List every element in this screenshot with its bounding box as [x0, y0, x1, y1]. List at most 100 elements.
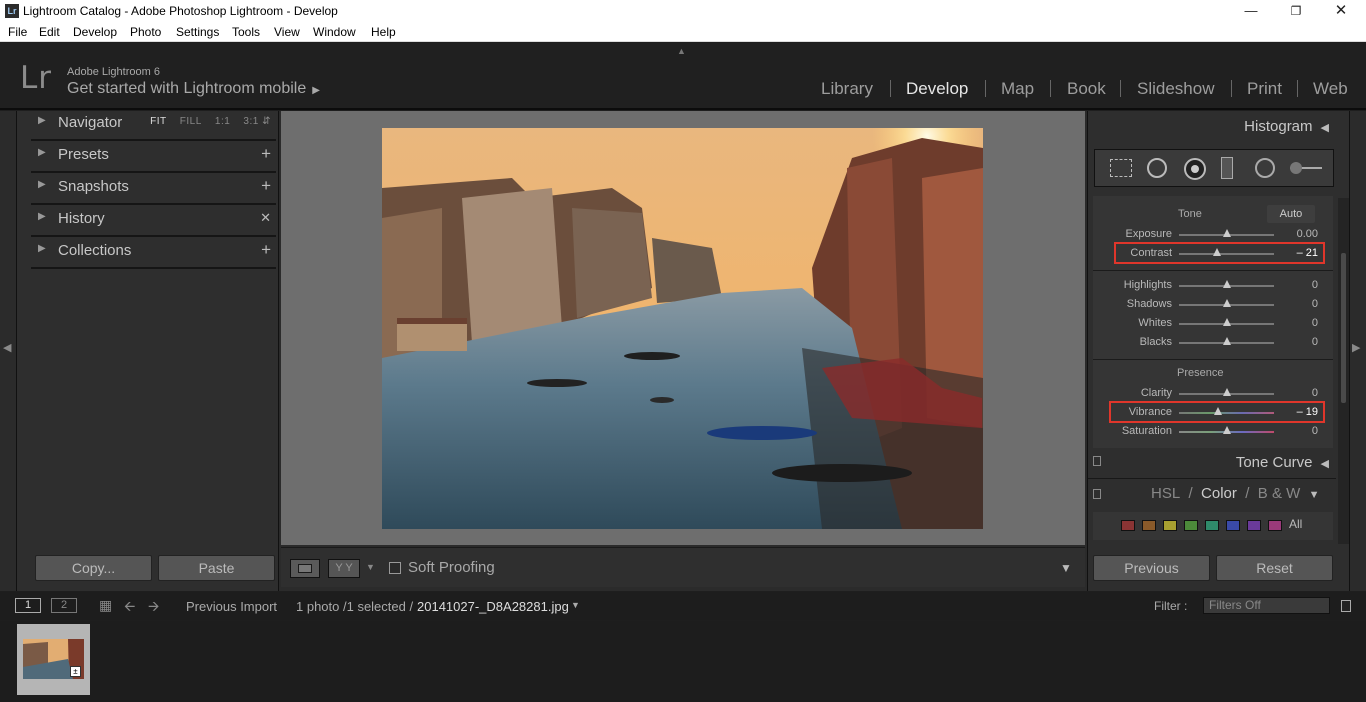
- zoom-fill[interactable]: FILL: [180, 116, 202, 127]
- module-develop[interactable]: Develop: [906, 79, 968, 99]
- menu-settings[interactable]: Settings: [176, 25, 219, 39]
- before-after-dropdown-icon[interactable]: ▼: [366, 562, 375, 572]
- back-arrow-icon[interactable]: 🡨: [124, 596, 135, 620]
- auto-tone-button[interactable]: Auto: [1267, 205, 1315, 223]
- contrast-slider-knob[interactable]: [1213, 248, 1221, 256]
- right-panel-scrollbar[interactable]: [1338, 198, 1349, 544]
- menu-tools[interactable]: Tools: [232, 25, 260, 39]
- orange-swatch[interactable]: [1142, 520, 1156, 531]
- clarity-value[interactable]: 0: [1312, 387, 1318, 399]
- menu-file[interactable]: File: [8, 25, 27, 39]
- previous-button[interactable]: Previous: [1093, 555, 1210, 581]
- add-preset-icon[interactable]: +: [261, 144, 271, 164]
- filename-dropdown-icon[interactable]: ▼: [571, 600, 580, 610]
- saturation-value[interactable]: 0: [1312, 425, 1318, 437]
- menu-view[interactable]: View: [274, 25, 300, 39]
- magenta-swatch[interactable]: [1268, 520, 1282, 531]
- green-swatch[interactable]: [1184, 520, 1198, 531]
- lightroom-mobile-link[interactable]: Get started with Lightroom mobile ▶: [67, 80, 320, 98]
- secondary-window-button[interactable]: 2: [51, 598, 77, 613]
- close-icon[interactable]: ✕: [1318, 0, 1364, 22]
- module-web[interactable]: Web: [1313, 79, 1348, 99]
- menu-edit[interactable]: Edit: [39, 25, 60, 39]
- restore-icon[interactable]: ❐: [1273, 0, 1319, 22]
- copy-button[interactable]: Copy...: [35, 555, 152, 581]
- purple-swatch[interactable]: [1247, 520, 1261, 531]
- shadows-slider-knob[interactable]: [1222, 299, 1231, 307]
- history-panel-header[interactable]: ▶ History ✕: [31, 207, 276, 237]
- aqua-swatch[interactable]: [1205, 520, 1219, 531]
- contrast-value[interactable]: – 21: [1297, 247, 1318, 259]
- vibrance-slider-knob[interactable]: [1213, 407, 1222, 415]
- red-eye-icon[interactable]: [1184, 158, 1206, 180]
- menu-photo[interactable]: Photo: [130, 25, 161, 39]
- radial-filter-icon[interactable]: [1255, 158, 1275, 178]
- collapse-right-panel-icon[interactable]: ▶: [1352, 341, 1360, 354]
- loupe-view-button[interactable]: [290, 559, 320, 578]
- saturation-slider-knob[interactable]: [1222, 426, 1231, 434]
- whites-value[interactable]: 0: [1312, 317, 1318, 329]
- zoom-1-1[interactable]: 1:1: [215, 116, 230, 127]
- menu-window[interactable]: Window: [313, 25, 356, 39]
- spot-removal-icon[interactable]: [1147, 158, 1167, 178]
- filename-label[interactable]: 20141027-_D8A28281.jpg: [417, 599, 569, 614]
- crop-overlay-icon[interactable]: [1110, 159, 1132, 177]
- presets-panel-header[interactable]: ▶ Presets +: [31, 143, 276, 173]
- graduated-filter-icon[interactable]: [1221, 157, 1233, 179]
- module-book[interactable]: Book: [1067, 79, 1106, 99]
- bw-tab[interactable]: B & W: [1258, 485, 1301, 502]
- hsl-tab[interactable]: HSL: [1151, 485, 1180, 502]
- highlights-slider-knob[interactable]: [1222, 280, 1231, 288]
- filter-lock-icon[interactable]: [1341, 600, 1351, 612]
- exposure-slider-knob[interactable]: [1222, 229, 1231, 237]
- vibrance-value[interactable]: – 19: [1297, 406, 1318, 418]
- reset-button[interactable]: Reset: [1216, 555, 1333, 581]
- module-library[interactable]: Library: [821, 79, 873, 99]
- source-label[interactable]: Previous Import: [186, 599, 277, 614]
- add-snapshot-icon[interactable]: +: [261, 176, 271, 196]
- add-collection-icon[interactable]: +: [261, 240, 271, 260]
- tone-curve-panel-header[interactable]: Tone Curve ◀: [1236, 454, 1329, 471]
- filter-select[interactable]: Filters Off: [1203, 597, 1330, 614]
- adjustment-brush-icon[interactable]: [1290, 162, 1322, 174]
- exposure-value[interactable]: 0.00: [1297, 228, 1318, 240]
- photo-preview[interactable]: [382, 128, 983, 529]
- contrast-track[interactable]: [1179, 253, 1274, 255]
- shadows-value[interactable]: 0: [1312, 298, 1318, 310]
- blacks-slider-knob[interactable]: [1222, 337, 1231, 345]
- menu-develop[interactable]: Develop: [73, 25, 117, 39]
- zoom-fit[interactable]: FIT: [150, 116, 167, 127]
- navigator-panel-header[interactable]: ▶ Navigator FIT FILL 1:1 3:1 ⇵: [31, 111, 276, 141]
- highlights-value[interactable]: 0: [1312, 279, 1318, 291]
- collapse-top-panel-icon[interactable]: ▲: [677, 46, 686, 56]
- clear-history-icon[interactable]: ✕: [260, 210, 271, 226]
- panel-solo-switch[interactable]: [1093, 489, 1101, 499]
- all-colors-label[interactable]: All: [1289, 517, 1302, 531]
- yellow-swatch[interactable]: [1163, 520, 1177, 531]
- vibrance-track[interactable]: [1179, 412, 1274, 414]
- primary-window-button[interactable]: 1: [15, 598, 41, 613]
- filmstrip-thumbnail[interactable]: ±: [17, 624, 90, 695]
- soft-proofing-checkbox[interactable]: [389, 562, 401, 574]
- whites-slider-knob[interactable]: [1222, 318, 1231, 326]
- paste-button[interactable]: Paste: [158, 555, 275, 581]
- toolbar-content-dropdown-icon[interactable]: ▼: [1060, 561, 1072, 575]
- color-tab[interactable]: Color: [1201, 485, 1237, 502]
- scrollbar-thumb[interactable]: [1341, 253, 1346, 403]
- module-map[interactable]: Map: [1001, 79, 1034, 99]
- blacks-value[interactable]: 0: [1312, 336, 1318, 348]
- minimize-icon[interactable]: —: [1228, 0, 1274, 22]
- red-swatch[interactable]: [1121, 520, 1135, 531]
- clarity-slider-knob[interactable]: [1222, 388, 1231, 396]
- histogram-panel-header[interactable]: Histogram ◀: [1244, 118, 1329, 135]
- zoom-3-1[interactable]: 3:1: [243, 116, 258, 127]
- grid-view-icon[interactable]: ▦: [99, 597, 112, 614]
- collections-panel-header[interactable]: ▶ Collections +: [31, 239, 276, 269]
- module-print[interactable]: Print: [1247, 79, 1282, 99]
- zoom-stepper-icon[interactable]: ⇵: [262, 116, 271, 127]
- collapse-left-panel-icon[interactable]: ◀: [3, 341, 11, 354]
- before-after-button[interactable]: Y Y: [328, 559, 360, 578]
- snapshots-panel-header[interactable]: ▶ Snapshots +: [31, 175, 276, 205]
- module-slideshow[interactable]: Slideshow: [1137, 79, 1215, 99]
- menu-help[interactable]: Help: [371, 25, 396, 39]
